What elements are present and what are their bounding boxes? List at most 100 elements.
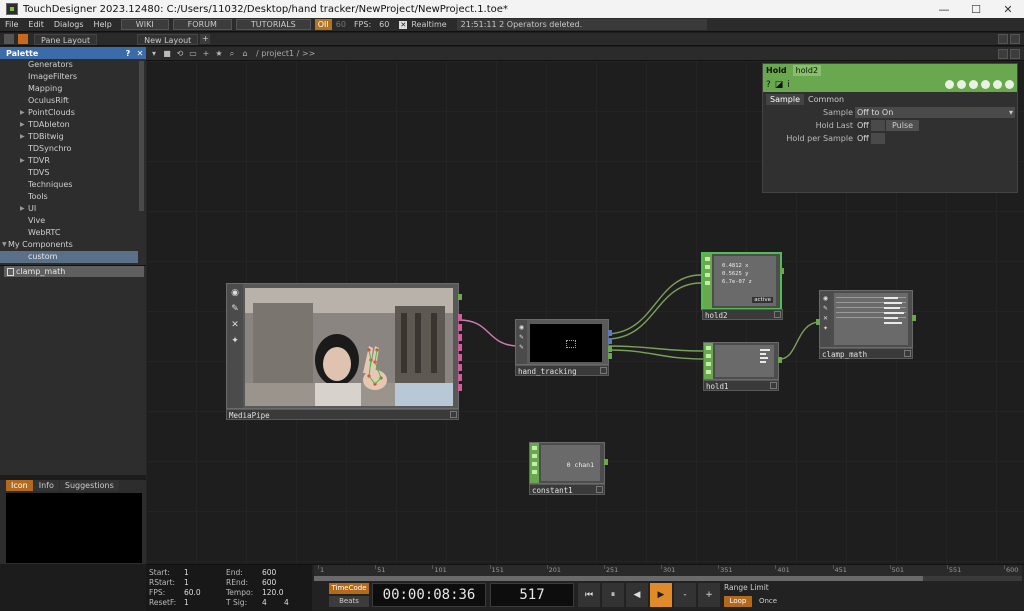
mediapipe-output-chop-1[interactable] [458,314,462,321]
constant1-output[interactable] [604,459,608,465]
menu-help[interactable]: Help [89,20,117,29]
play-button[interactable]: ▶ [650,583,672,607]
hand-output-1[interactable] [608,330,612,336]
frame-display[interactable]: 517 [490,583,574,607]
node-label[interactable]: constant1 [529,484,605,495]
timecode-display[interactable]: 00:00:08:36 [372,583,486,607]
palette-item-tdableton[interactable]: ▶ TDAbleton [0,119,138,131]
clamp-math-output[interactable] [912,315,916,321]
tempo-value[interactable]: 120.0 [262,588,283,597]
network-close-icon[interactable] [1010,49,1020,59]
close-button[interactable]: ✕ [992,0,1024,18]
hand-output-2[interactable] [608,338,612,344]
expand-arrow-icon[interactable]: ▶ [20,203,25,215]
palette-item-mapping[interactable]: Mapping [0,83,138,95]
pane-max-icon[interactable] [998,34,1008,44]
rewind-button[interactable]: ⏮ [578,583,600,607]
once-toggle[interactable]: Once [754,596,782,607]
edit-icon[interactable]: ✎ [823,305,828,312]
palette-item-webrtc[interactable]: WebRTC [0,227,138,239]
expand-arrow-icon[interactable]: ▶ [20,131,25,143]
palette-item-tools[interactable]: Tools [0,191,138,203]
star-icon[interactable]: ★ [214,49,224,59]
wiki-link[interactable]: WIKI [120,19,169,30]
lock-icon[interactable]: ✦ [231,336,239,346]
settings-icon[interactable] [1005,80,1014,89]
expand-arrow-icon[interactable]: ▶ [20,155,25,167]
tab-icon[interactable]: Icon [6,480,33,491]
node-hold1[interactable]: hold1 [703,342,782,391]
edit-icon[interactable] [945,80,954,89]
menu-file[interactable]: File [0,20,23,29]
mediapipe-output-top[interactable] [458,294,462,300]
palette-close-icon[interactable]: ✕ [134,49,146,58]
add-icon[interactable] [993,80,1002,89]
palette-item-imagefilters[interactable]: ImageFilters [0,71,138,83]
expand-arrow-icon[interactable]: ▶ [20,107,25,119]
mediapipe-output-chop-6[interactable] [458,364,462,371]
palette-item-ui[interactable]: ▶ UI [0,203,138,215]
operator-name-field[interactable]: hold2 [792,65,822,76]
pane-split-icon[interactable] [4,34,14,44]
edit-icon[interactable]: ✎ [231,304,239,314]
node-label[interactable]: MediaPipe [226,409,459,420]
timeline-track[interactable] [314,576,1022,581]
collapse-arrow-icon[interactable]: ▼ [2,239,7,251]
rstart-value[interactable]: 1 [184,578,189,587]
bypass-icon[interactable]: ✎ [519,344,524,351]
node-label[interactable]: hand_tracking [515,365,609,376]
hand-output-3[interactable] [608,346,612,352]
layout-icon[interactable]: ▭ [188,49,198,59]
palette-item-vive[interactable]: Vive [0,215,138,227]
bypass-icon[interactable]: ✕ [231,320,239,330]
pulse-button[interactable]: Pulse [886,120,920,131]
palette-item-tdvs[interactable]: TDVS [0,167,138,179]
reset-icon[interactable] [969,80,978,89]
node-hand-tracking[interactable]: ◉ ✎ ✎ hand_tracking [515,319,612,376]
pane-layout-tab[interactable]: Pane Layout [34,33,98,45]
viewer-icon[interactable]: ◉ [823,295,828,302]
tab-sample[interactable]: Sample [766,94,804,105]
node-mediapipe[interactable]: ◉ ✎ ✕ ✦ MediaPipe [226,283,462,420]
minimize-button[interactable]: — [928,0,960,18]
palette-item-tdbitwig[interactable]: ▶ TDBitwig [0,131,138,143]
node-label[interactable]: hold2 [702,309,783,320]
step-back-button[interactable]: ◀ [626,583,648,607]
timeline-ruler[interactable]: 1 51 101 151 201 251 301 351 401 451 501 551 600 [314,565,1022,576]
zoom-icon[interactable]: ⌕ [227,49,237,59]
home-icon[interactable]: ⌂ [240,49,250,59]
mediapipe-output-chop-5[interactable] [458,354,462,361]
info-icon[interactable]: i [787,80,790,90]
palette-item-pointclouds[interactable]: ▶ PointClouds [0,107,138,119]
mediapipe-output-chop-4[interactable] [458,344,462,351]
tutorials-link[interactable]: TUTORIALS [235,19,311,30]
clamp-math-input[interactable] [816,319,820,325]
pane-lock-icon[interactable] [18,34,28,44]
menu-dialogs[interactable]: Dialogs [49,20,89,29]
end-value[interactable]: 600 [262,568,276,577]
palette-item-tdvr[interactable]: ▶ TDVR [0,155,138,167]
back-icon[interactable]: ⟲ [175,49,185,59]
palette-item-generators[interactable]: Generators [0,59,138,71]
beats-toggle[interactable]: Beats [329,596,369,607]
menu-arrow-icon[interactable]: ▾ [149,49,159,59]
plus-button[interactable]: + [698,583,720,607]
stop-icon[interactable]: ■ [162,49,172,59]
palette-scrollbar[interactable] [139,61,144,211]
bypass-icon[interactable]: ✕ [823,315,828,322]
tsig-value-2[interactable]: 4 [284,598,289,607]
palette-item-tdsynchro[interactable]: TDSynchro [0,143,138,155]
fps-setting-value[interactable]: 60.0 [184,588,201,597]
add-layout-button[interactable]: + [200,34,211,44]
hold2-output[interactable] [780,268,784,274]
comment-icon[interactable] [957,80,966,89]
help-icon[interactable]: ? [766,80,771,90]
palette-help-icon[interactable]: ? [122,49,134,58]
forum-link[interactable]: FORUM [172,19,232,30]
node-constant1[interactable]: 0 chan1 constant1 [529,442,608,495]
pause-button[interactable]: ⏸ [602,583,624,607]
tab-suggestions[interactable]: Suggestions [59,480,119,491]
node-label[interactable]: hold1 [703,380,779,391]
performance-badge[interactable]: OII [314,19,332,30]
network-path[interactable]: / project1 / >> [256,49,315,58]
